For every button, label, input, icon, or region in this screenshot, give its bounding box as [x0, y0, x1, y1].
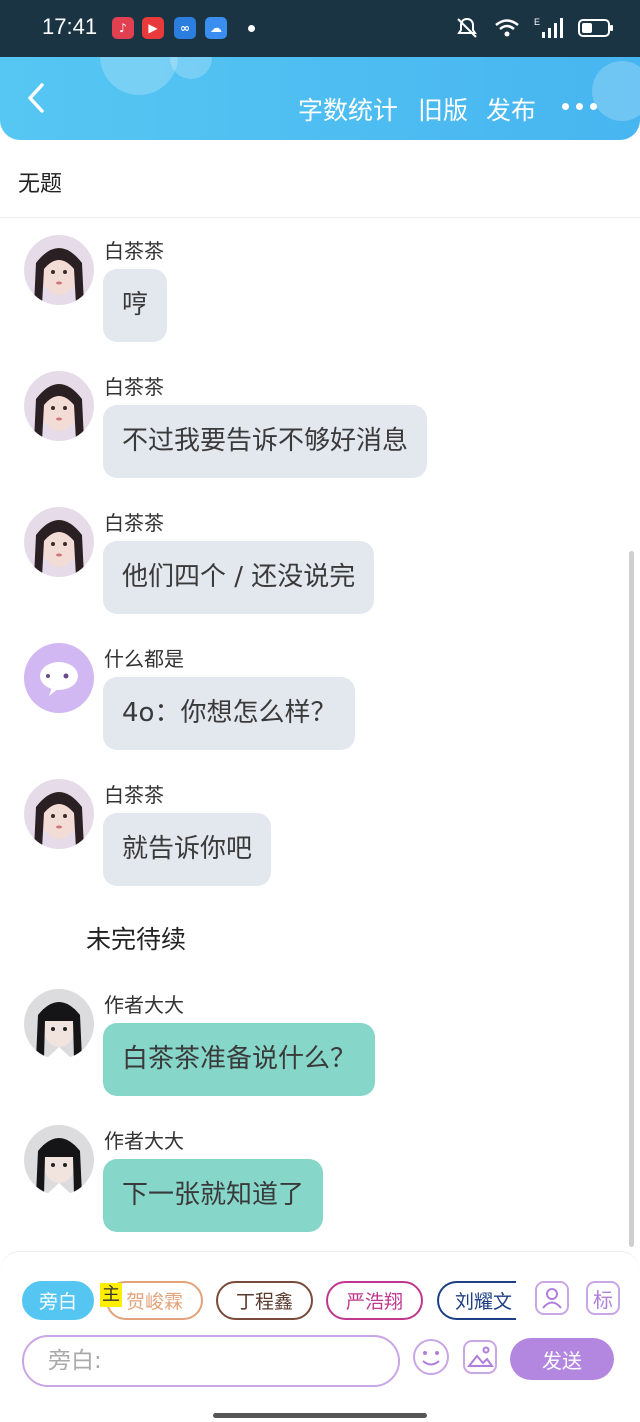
sender-name: 白茶茶: [104, 783, 164, 807]
message-input[interactable]: [24, 1337, 398, 1385]
message-bubble[interactable]: 哼: [103, 269, 168, 342]
decor-bubble: [592, 61, 640, 121]
signal-icon: E: [534, 17, 563, 38]
more-options-icon[interactable]: [562, 103, 597, 110]
title-bar: 无题: [0, 140, 640, 218]
message-input-box[interactable]: [22, 1335, 400, 1387]
sender-name: 白茶茶: [104, 511, 164, 535]
role-chip-narrator[interactable]: 旁白: [22, 1281, 94, 1320]
sender-name: 什么都是: [104, 647, 184, 671]
sender-name: 作者大大: [104, 993, 184, 1017]
emoji-icon[interactable]: [412, 1338, 450, 1376]
word-count-button[interactable]: 字数统计: [298, 91, 398, 127]
narration-text[interactable]: 未完待续: [86, 920, 186, 956]
avatar[interactable]: [24, 989, 94, 1059]
sender-name: 白茶茶: [104, 375, 164, 399]
avatar[interactable]: [24, 779, 94, 849]
network-type-label: E: [534, 17, 540, 27]
send-button[interactable]: 发送: [510, 1338, 614, 1380]
avatar[interactable]: [24, 235, 94, 305]
status-bar: 17:41 ♪ ▶ ∞ ☁ E: [0, 0, 640, 57]
avatar[interactable]: [24, 507, 94, 577]
battery-icon: [578, 19, 613, 37]
avatar[interactable]: [24, 1125, 94, 1195]
decor-bubble: [100, 57, 178, 95]
cloud-app-icon: ☁: [205, 17, 227, 39]
composer: 旁白 贺峻霖 主 丁程鑫 严浩翔 刘耀文 标 发送: [0, 1251, 640, 1422]
decor-bubble: [170, 57, 212, 79]
avatar[interactable]: [24, 371, 94, 441]
music-app-icon: ♪: [112, 17, 134, 39]
main-role-badge: 主: [100, 1283, 122, 1307]
tag-button[interactable]: 标: [586, 1281, 620, 1315]
chat-bubble-icon: [24, 643, 94, 713]
sender-name: 作者大大: [104, 1129, 184, 1153]
message-bubble[interactable]: 下一张就知道了: [103, 1159, 324, 1232]
message-bubble[interactable]: 不过我要告诉不够好消息: [103, 405, 428, 478]
message-bubble[interactable]: 4o：你想怎么样？: [103, 677, 356, 750]
message-bubble[interactable]: 白茶茶准备说什么？: [103, 1023, 376, 1096]
role-chip-liuyaowen[interactable]: 刘耀文: [437, 1281, 516, 1320]
infinity-app-icon: ∞: [174, 17, 196, 39]
avatar[interactable]: [24, 643, 94, 713]
chat-scrollbar[interactable]: [629, 551, 634, 1247]
image-icon[interactable]: [461, 1338, 499, 1376]
role-chip-dingchengxin[interactable]: 丁程鑫: [216, 1281, 313, 1320]
notification-dot-icon: [248, 25, 255, 32]
wifi-icon: [495, 19, 519, 37]
editor-header: 字数统计 旧版 发布: [0, 57, 640, 140]
sender-name: 白茶茶: [104, 239, 164, 263]
message-bubble[interactable]: 他们四个 / 还没说完: [103, 541, 375, 614]
message-bubble[interactable]: 就告诉你吧: [103, 813, 272, 886]
add-character-icon[interactable]: [535, 1281, 569, 1315]
status-time: 17:41: [42, 14, 98, 39]
chat-area[interactable]: 白茶茶 哼 白茶茶 不过我要告诉不够好消息 白茶茶 他们四个 / 还没说完 什么…: [0, 219, 640, 1251]
home-indicator[interactable]: [213, 1413, 427, 1418]
old-version-button[interactable]: 旧版: [418, 91, 468, 127]
mute-bell-icon: [457, 17, 477, 38]
role-chip-yanhaoxiang[interactable]: 严浩翔: [326, 1281, 423, 1320]
document-title[interactable]: 无题: [18, 166, 62, 198]
back-arrow-icon[interactable]: [22, 81, 52, 115]
publish-button[interactable]: 发布: [486, 91, 536, 127]
video-app-icon: ▶: [142, 17, 164, 39]
